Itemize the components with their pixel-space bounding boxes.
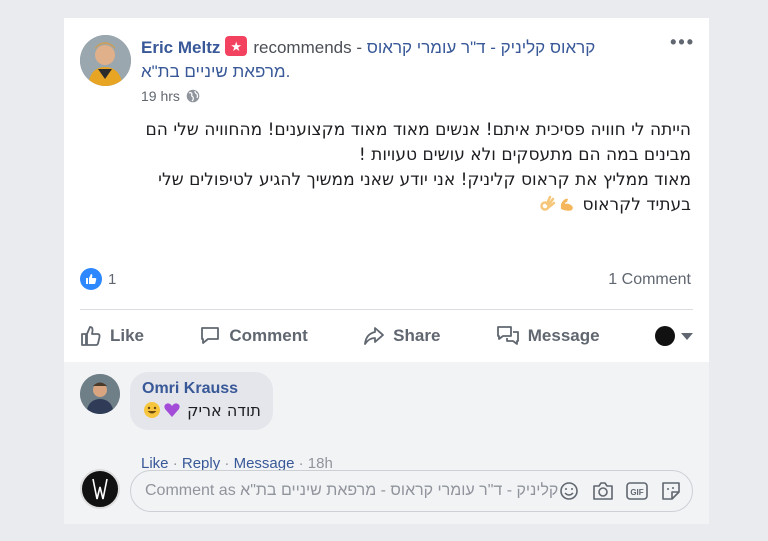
divider: [80, 309, 693, 310]
comment-count[interactable]: 1 Comment: [608, 271, 691, 289]
svg-text:GIF: GIF: [630, 488, 643, 497]
like-button[interactable]: Like: [80, 325, 144, 347]
emoji-icon[interactable]: [558, 480, 580, 502]
comments-section: Omri Krauss תודה אריק Like · Reply · Mes…: [64, 362, 709, 524]
post-text-line-last: בעתיד לקראוס: [86, 193, 691, 218]
recommend-badge-icon: [225, 36, 248, 59]
post-text-line: מאוד ממליץ את קראוס קליניק! אני יודע שאנ…: [158, 170, 691, 190]
commenter-name[interactable]: Omri Krauss: [142, 378, 261, 400]
message-icon: [496, 326, 519, 345]
comment-text: תודה אריק: [187, 401, 261, 420]
post-actions: Like Comment Share Message: [80, 318, 693, 354]
post-text-line: הייתה לי חוויה פסיכית איתם! אנשים מאוד מ…: [145, 120, 691, 140]
comment-icon: [201, 327, 220, 344]
globe-icon: [186, 89, 200, 103]
ok-hand-icon: [540, 195, 556, 211]
more-options-icon[interactable]: •••: [670, 32, 695, 53]
post-card: Eric Meltz recommends - קראוס קליניק - ד"…: [64, 18, 709, 524]
message-label: Message: [527, 326, 600, 345]
author-avatar[interactable]: [80, 35, 131, 86]
author-name[interactable]: Eric Meltz: [141, 38, 220, 57]
share-icon: [364, 327, 385, 345]
gif-icon[interactable]: GIF: [626, 480, 648, 502]
sticker-icon[interactable]: [660, 480, 682, 502]
post-header: Eric Meltz recommends - קראוס קליניק - ד"…: [141, 36, 661, 59]
comment-text-row: תודה אריק: [142, 400, 261, 422]
post-meta: 19 hrs: [141, 88, 200, 104]
post-text: הייתה לי חוויה פסיכית איתם! אנשים מאוד מ…: [86, 118, 691, 218]
post-time[interactable]: 19 hrs: [141, 88, 180, 104]
comment-button[interactable]: Comment: [199, 325, 308, 347]
identity-selector[interactable]: [654, 326, 693, 346]
comment-label: Comment: [229, 326, 308, 345]
message-button[interactable]: Message: [496, 325, 600, 347]
thumbs-up-icon: [81, 326, 101, 346]
post-text-line: בעתיד לקראוס: [582, 195, 691, 215]
caret-down-icon: [680, 332, 693, 340]
composer-avatar[interactable]: [80, 469, 120, 509]
comment-input[interactable]: Comment as קראוס קליניק - ד"ר עומרי קראו…: [145, 482, 558, 500]
comment-bubble: Omri Krauss תודה אריק: [130, 372, 273, 430]
flexed-biceps-icon: [560, 198, 573, 211]
composer-tools: GIF: [558, 480, 682, 502]
share-button[interactable]: Share: [363, 325, 440, 347]
purple-heart-icon: [164, 403, 180, 417]
like-reaction-icon: [80, 268, 102, 290]
post-text-line: מבינים במה הם מתעסקים ולא עושים טעויות !: [358, 145, 691, 165]
grinning-face-icon: [144, 402, 160, 418]
like-count: 1: [108, 270, 117, 288]
recommends-text: recommends -: [253, 38, 362, 57]
page-name-link-continued[interactable]: מרפאת שיניים בת"א.: [141, 61, 290, 83]
like-label: Like: [110, 326, 145, 345]
page-avatar: [654, 326, 675, 346]
reaction-summary[interactable]: 1: [80, 268, 116, 290]
share-label: Share: [393, 326, 441, 345]
comment-composer[interactable]: Comment as קראוס קליניק - ד"ר עומרי קראו…: [130, 470, 693, 512]
page-name-link[interactable]: קראוס קליניק - ד"ר עומרי קראוס: [367, 38, 596, 57]
commenter-avatar[interactable]: [80, 374, 120, 414]
camera-icon[interactable]: [592, 480, 614, 502]
